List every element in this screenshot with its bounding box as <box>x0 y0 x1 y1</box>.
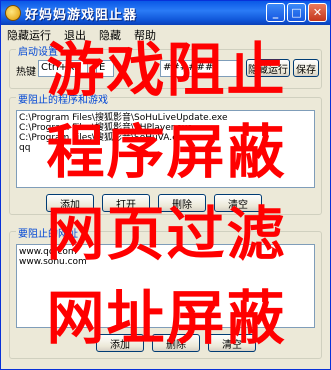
list-item[interactable]: www.sohu.com <box>19 257 312 267</box>
menu-bar: 隐藏运行 退出 隐藏 帮助 <box>1 25 330 42</box>
hide-run-button[interactable]: 隐藏运行 <box>246 59 290 77</box>
block-programs-title: 要阻止的程序和游戏 <box>16 91 110 106</box>
startup-settings-group: 启动设置 热键 Ctrl+Alt E ###### 隐藏运行 保存 <box>9 43 322 89</box>
hotkey-modifier-field[interactable]: Ctrl+Alt <box>38 60 88 77</box>
app-window: 好妈妈游戏阻止器 _ □ ✕ 隐藏运行 退出 隐藏 帮助 启动设置 热键 Ctr… <box>0 0 331 370</box>
menu-help[interactable]: 帮助 <box>128 25 163 42</box>
programs-list[interactable]: C:\Program Files\搜狐影音\SoHuLiveUpdate.exe… <box>16 110 315 188</box>
add-site-button[interactable]: 添加 <box>96 334 144 352</box>
save-button[interactable]: 保存 <box>293 59 319 77</box>
delete-site-button[interactable]: 删除 <box>152 334 200 352</box>
open-program-button[interactable]: 打开 <box>102 194 150 212</box>
clear-programs-button[interactable]: 清空 <box>214 194 262 212</box>
hotkey-label: 热键 <box>16 67 36 78</box>
list-item[interactable]: C:\Program Files\搜狐影音\SoHuVA.exe <box>19 133 312 143</box>
block-programs-group: 要阻止的程序和游戏 C:\Program Files\搜狐影音\SoHuLive… <box>9 91 322 215</box>
title-bar[interactable]: 好妈妈游戏阻止器 _ □ ✕ <box>1 1 330 25</box>
list-item[interactable]: www.qq.com <box>19 247 312 257</box>
block-sites-group: 要阻止的网址 www.qq.com www.sohu.com 添加 删除 清空 <box>9 225 322 359</box>
close-button[interactable]: ✕ <box>308 3 327 22</box>
hotkey-key-field[interactable]: E <box>96 60 114 77</box>
list-item[interactable]: C:\Program Files\搜狐影音\SHPlayer.exe <box>19 123 312 133</box>
clear-sites-button[interactable]: 清空 <box>208 334 256 352</box>
delete-program-button[interactable]: 删除 <box>158 194 206 212</box>
app-icon <box>5 5 21 21</box>
startup-settings-title: 启动设置 <box>16 43 60 58</box>
block-sites-title: 要阻止的网址 <box>16 225 80 240</box>
window-title: 好妈妈游戏阻止器 <box>25 7 138 23</box>
add-program-button[interactable]: 添加 <box>46 194 94 212</box>
menu-exit[interactable]: 退出 <box>58 25 93 42</box>
menu-hide-run[interactable]: 隐藏运行 <box>1 25 58 42</box>
list-item[interactable]: C:\Program Files\搜狐影音\SoHuLiveUpdate.exe <box>19 113 312 123</box>
minimize-button[interactable]: _ <box>266 3 285 22</box>
menu-hide[interactable]: 隐藏 <box>93 25 128 42</box>
list-item[interactable]: qq <box>19 143 312 153</box>
sites-list[interactable]: www.qq.com www.sohu.com <box>16 244 315 328</box>
maximize-button[interactable]: □ <box>287 3 306 22</box>
password-field[interactable]: ###### <box>160 60 240 77</box>
